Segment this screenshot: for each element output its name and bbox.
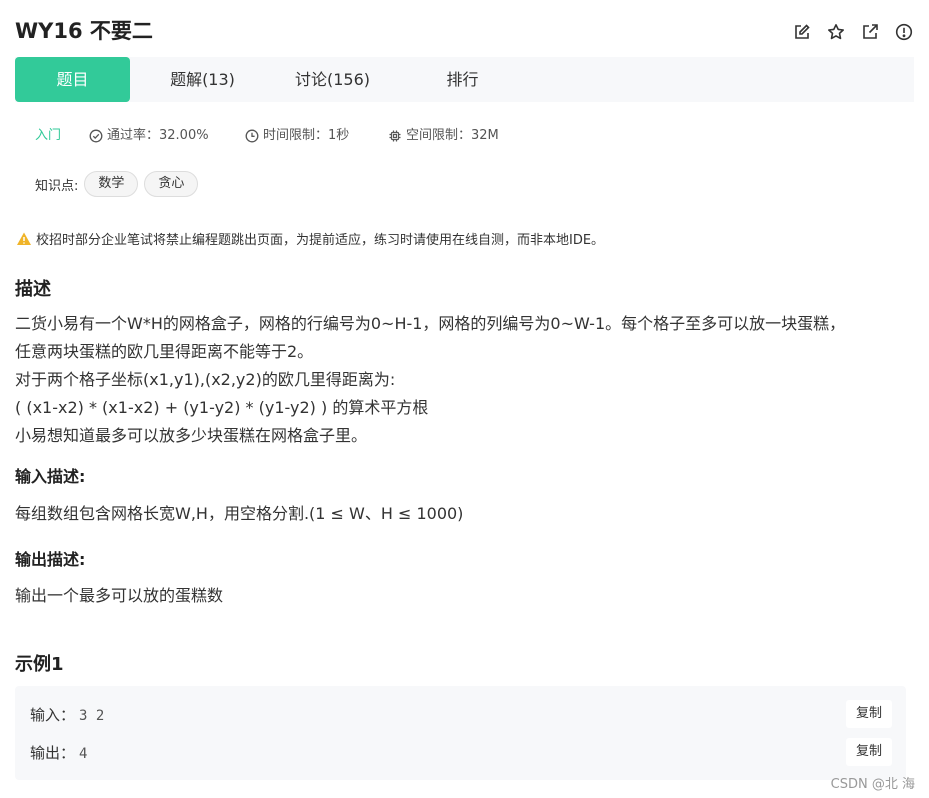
input-desc-text: 每组数组包含网格长宽W,H，用空格分割.(1 ≤ W、H ≤ 1000) bbox=[15, 504, 464, 523]
output-desc-text: 输出一个最多可以放的蛋糕数 bbox=[15, 586, 224, 605]
example-output-label: 输出： bbox=[30, 744, 76, 762]
title-row: WY16 不要二 bbox=[15, 14, 914, 48]
time-limit-text: 时间限制：1秒 bbox=[263, 128, 350, 143]
output-desc-title: 输出描述: bbox=[15, 550, 86, 569]
star-icon[interactable] bbox=[826, 22, 846, 42]
description-body: 二货小易有一个W*H的网格盒子，网格的行编号为0~H-1，网格的列编号为0~W-… bbox=[15, 310, 915, 450]
pass-rate: 通过率：32.00% bbox=[89, 126, 209, 146]
example-title: 示例1 bbox=[15, 654, 64, 675]
description-line: 二货小易有一个W*H的网格盒子，网格的行编号为0~H-1，网格的列编号为0~W-… bbox=[15, 314, 846, 333]
notice-banner: 校招时部分企业笔试将禁止编程题跳出页面，为提前适应，练习时请使用在线自测，而非本… bbox=[16, 229, 604, 248]
example-input-label: 输入： bbox=[30, 706, 76, 724]
page-title: WY16 不要二 bbox=[15, 19, 153, 43]
description-title: 描述 bbox=[15, 279, 51, 300]
watermark: CSDN @北 海 bbox=[830, 777, 915, 792]
example-output-value: 4 bbox=[79, 746, 88, 762]
check-circle-icon bbox=[89, 129, 103, 143]
knowledge-points: 知识点: 数学 贪心 bbox=[35, 171, 199, 197]
description-line: 对于两个格子坐标(x1,y1),(x2,y2)的欧几里得距离为: bbox=[15, 370, 396, 389]
chip-icon bbox=[389, 130, 401, 142]
pass-rate-text: 通过率：32.00% bbox=[107, 128, 209, 143]
notice-text: 校招时部分企业笔试将禁止编程题跳出页面，为提前适应，练习时请使用在线自测，而非本… bbox=[36, 233, 605, 248]
info-icon[interactable] bbox=[894, 22, 914, 42]
tag-math[interactable]: 数学 bbox=[84, 171, 139, 197]
tab-problem[interactable]: 题目 bbox=[15, 57, 130, 102]
description-line: ( (x1-x2) * (x1-x2) + (y1-y2) * (y1-y2) … bbox=[15, 398, 429, 417]
example-box: 输入： 3 2 复制 输出： 4 复制 bbox=[15, 686, 906, 780]
difficulty-level: 入门 bbox=[35, 128, 62, 143]
warning-icon bbox=[17, 232, 31, 245]
example-input: 输入： 3 2 bbox=[30, 704, 104, 725]
tab-solutions[interactable]: 题解(13) bbox=[145, 57, 260, 102]
space-limit: 空间限制：32M bbox=[388, 126, 499, 146]
external-link-icon[interactable] bbox=[860, 22, 880, 42]
description-line: 小易想知道最多可以放多少块蛋糕在网格盒子里。 bbox=[15, 426, 368, 445]
clock-icon bbox=[245, 129, 259, 143]
knowledge-label: 知识点: bbox=[35, 178, 79, 194]
description-line: 任意两块蛋糕的欧几里得距离不能等于2。 bbox=[15, 342, 314, 361]
input-desc-title: 输入描述: bbox=[15, 467, 86, 486]
copy-input-button[interactable]: 复制 bbox=[846, 700, 892, 728]
title-actions bbox=[792, 22, 914, 42]
edit-icon[interactable] bbox=[792, 22, 812, 42]
tab-discussion[interactable]: 讨论(156) bbox=[275, 57, 390, 102]
copy-output-button[interactable]: 复制 bbox=[846, 738, 892, 766]
example-output: 输出： 4 bbox=[30, 742, 87, 763]
tag-greedy[interactable]: 贪心 bbox=[144, 171, 199, 197]
time-limit: 时间限制：1秒 bbox=[245, 126, 349, 146]
space-limit-text: 空间限制：32M bbox=[406, 128, 499, 143]
tab-ranking[interactable]: 排行 bbox=[405, 57, 520, 102]
tab-bar: 题目 题解(13) 讨论(156) 排行 bbox=[15, 57, 914, 102]
example-input-value: 3 2 bbox=[79, 708, 105, 724]
